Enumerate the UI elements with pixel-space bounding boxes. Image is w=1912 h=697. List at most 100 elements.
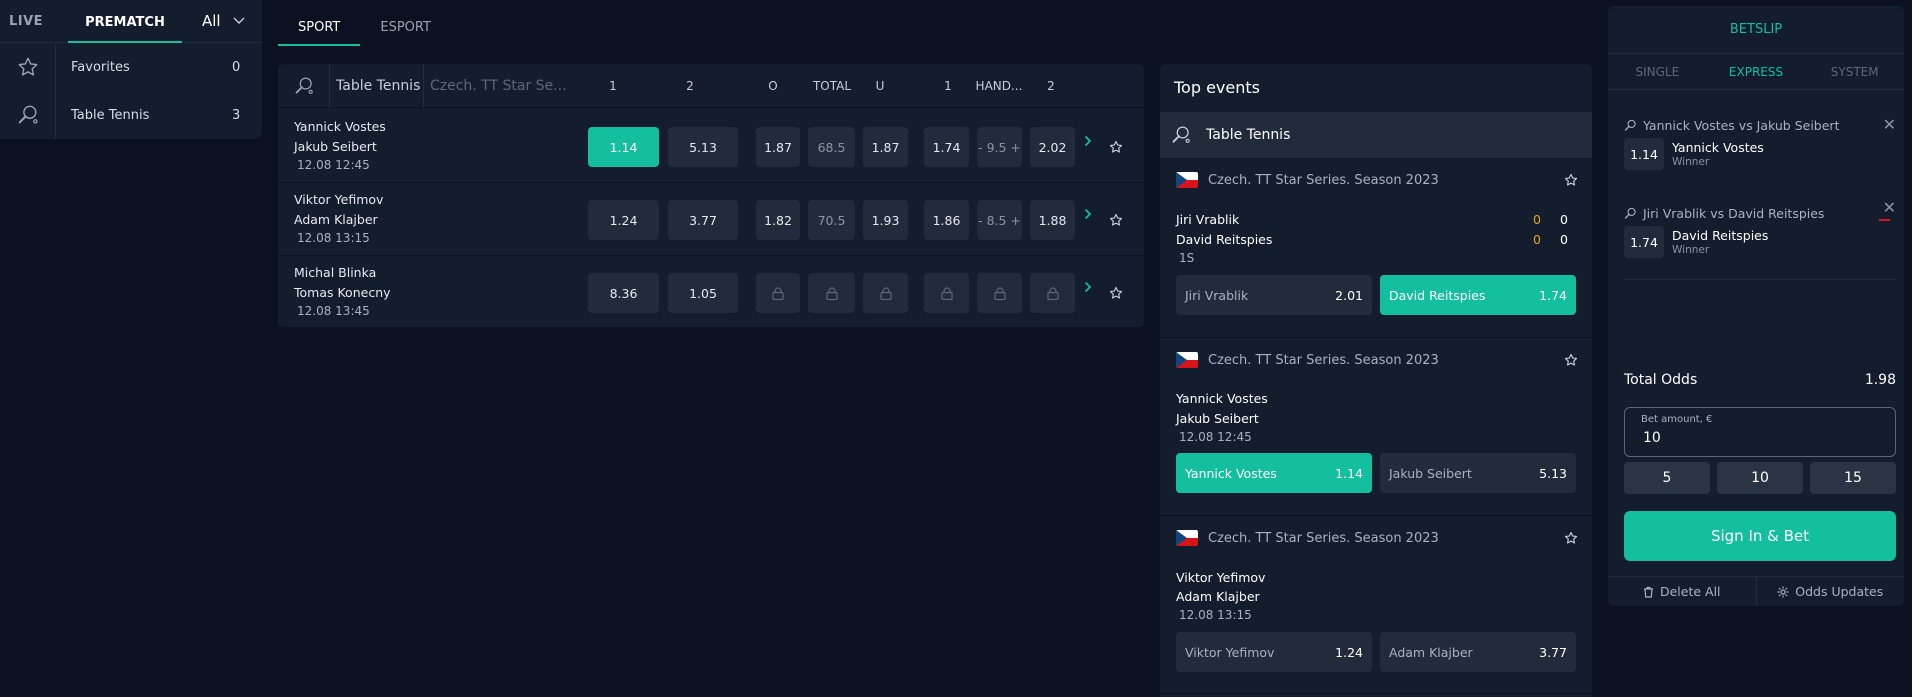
filter-dropdown[interactable]: All	[202, 12, 245, 30]
tab-express[interactable]: EXPRESS	[1707, 54, 1806, 89]
star-icon[interactable]	[1564, 353, 1578, 367]
selection-market: Winner	[1672, 156, 1710, 168]
table-tennis-icon	[1624, 207, 1636, 219]
odd-win1[interactable]: 1.14	[588, 127, 659, 167]
header-total: TOTAL	[812, 79, 852, 93]
handicap-line: - 9.5 +	[977, 127, 1022, 167]
tab-live[interactable]: LIVE	[0, 14, 52, 29]
star-icon[interactable]	[1564, 531, 1578, 545]
locked-odd-hcp2	[1030, 273, 1075, 313]
header-hcp2: 2	[1047, 79, 1055, 93]
odd-over[interactable]: 1.82	[756, 200, 800, 240]
table-tennis-icon	[278, 63, 330, 108]
sidebar-item-favorites[interactable]: Favorites 0	[0, 43, 262, 91]
score-set-home: 0	[1533, 212, 1541, 227]
betslip-selection: Yannick Vostes vs Jakub Seibert ✕ 1.14 Y…	[1624, 115, 1896, 178]
bet-button-away[interactable]: Adam Klajber 3.77	[1380, 632, 1576, 672]
player-home: Yannick Vostes	[294, 119, 386, 134]
chevron-right-icon[interactable]	[1084, 135, 1092, 147]
bet-button-away[interactable]: Jakub Seibert 5.13	[1380, 453, 1576, 493]
odd-over[interactable]: 1.87	[756, 127, 800, 167]
tab-single[interactable]: SINGLE	[1608, 54, 1707, 89]
player-away: Adam Klajber	[1176, 589, 1260, 604]
odd-hcp1[interactable]: 1.86	[924, 200, 969, 240]
card-header: Czech. TT Star Series. Season 2023	[1176, 172, 1439, 188]
star-icon[interactable]	[1109, 286, 1123, 300]
tab-system[interactable]: SYSTEM	[1805, 54, 1904, 89]
czech-flag-icon	[1176, 352, 1198, 368]
odd-win2[interactable]: 1.05	[668, 273, 738, 313]
odd-win2[interactable]: 5.13	[668, 127, 738, 167]
tournament-name: Czech. TT Star Series. Season 2023	[1208, 530, 1439, 546]
close-icon[interactable]: ✕	[1883, 115, 1896, 134]
star-icon[interactable]	[1564, 173, 1578, 187]
bet-amount-label: Bet amount, €	[1641, 414, 1713, 425]
selection-match: Yannick Vostes vs Jakub Seibert	[1624, 118, 1864, 133]
bet-button-home[interactable]: Viktor Yefimov 1.24	[1176, 632, 1372, 672]
score-set-away: 0	[1533, 232, 1541, 247]
quick-amount-10[interactable]: 10	[1717, 462, 1803, 494]
odd-hcp2[interactable]: 1.88	[1030, 200, 1075, 240]
table-row[interactable]: Michal Blinka Tomas Konecny 12.08 13:45 …	[278, 256, 1144, 329]
tab-prematch[interactable]: PREMATCH	[68, 0, 182, 43]
table-row[interactable]: Viktor Yefimov Adam Klajber 12.08 13:15 …	[278, 183, 1144, 256]
selection-name: David Reitspies	[1672, 228, 1769, 243]
tab-esport[interactable]: ESPORT	[360, 10, 451, 46]
lock-icon	[940, 286, 953, 300]
lock-icon	[825, 286, 838, 300]
header-hcp1: 1	[944, 79, 952, 93]
star-icon[interactable]	[1109, 140, 1123, 154]
betslip-panel: BETSLIP SINGLE EXPRESS SYSTEM Yannick Vo…	[1608, 6, 1904, 606]
odd-under[interactable]: 1.87	[863, 127, 908, 167]
tournament-name: Czech. TT Star Series. Season 2023	[1208, 352, 1439, 368]
betslip-selection: Jiri Vrablik vs David Reitspies ✕ 1.74 D…	[1624, 198, 1896, 266]
odd-win1[interactable]: 8.36	[588, 273, 659, 313]
selection-match-name: Yannick Vostes vs Jakub Seibert	[1643, 118, 1840, 133]
total-line: 68.5	[808, 127, 855, 167]
bet-button-home[interactable]: Yannick Vostes 1.14	[1176, 453, 1372, 493]
quick-amount-5[interactable]: 5	[1624, 462, 1710, 494]
header-over: O	[768, 79, 778, 93]
bet-odd: 5.13	[1539, 465, 1567, 481]
total-odds-value: 1.98	[1864, 372, 1896, 388]
odd-win1[interactable]: 1.24	[588, 200, 659, 240]
quick-amount-15[interactable]: 15	[1810, 462, 1896, 494]
odds-updates-button[interactable]: Odds Updates	[1757, 577, 1905, 606]
player-away: Jakub Seibert	[294, 139, 377, 154]
lock-icon	[879, 286, 892, 300]
chevron-right-icon[interactable]	[1084, 208, 1092, 220]
star-icon[interactable]	[1109, 213, 1123, 227]
sidebar-item-label: Table Tennis	[71, 107, 150, 123]
odd-under[interactable]: 1.93	[863, 200, 908, 240]
match-period: 1S	[1179, 251, 1195, 265]
tournament-name[interactable]: Czech. TT Star Se...	[430, 64, 570, 108]
delete-all-label: Delete All	[1659, 584, 1721, 599]
lock-icon	[993, 286, 1006, 300]
total-odds-label: Total Odds	[1624, 372, 1698, 388]
bet-button-home[interactable]: Jiri Vrablik 2.01	[1176, 275, 1372, 315]
odd-hcp1[interactable]: 1.74	[924, 127, 969, 167]
total-line: 70.5	[808, 200, 855, 240]
bet-amount-input[interactable]: Bet amount, € 10	[1624, 407, 1896, 457]
bet-label: Yannick Vostes	[1185, 465, 1277, 481]
header-win2: 2	[686, 79, 694, 93]
bet-label: Jakub Seibert	[1389, 465, 1472, 481]
close-icon[interactable]: ✕	[1883, 198, 1896, 217]
sidebar-item-table-tennis[interactable]: Table Tennis 3	[0, 91, 262, 139]
bet-odd: 2.01	[1335, 287, 1363, 303]
player-home: Viktor Yefimov	[294, 192, 384, 207]
chevron-right-icon[interactable]	[1084, 281, 1092, 293]
table-row[interactable]: Yannick Vostes Jakub Seibert 12.08 12:45…	[278, 110, 1144, 183]
sign-in-bet-button[interactable]: Sign In & Bet	[1624, 511, 1896, 561]
table-header: Table Tennis Czech. TT Star Se... 1 2 O …	[278, 63, 1144, 108]
delete-all-button[interactable]: Delete All	[1608, 577, 1757, 606]
odd-hcp2[interactable]: 2.02	[1030, 127, 1075, 167]
sidebar-item-count: 3	[232, 107, 241, 123]
event-date: 12.08 12:45	[1179, 430, 1252, 444]
header-handicap: HAND...	[975, 79, 1023, 93]
top-events-sport-header: Table Tennis	[1160, 112, 1592, 158]
bet-button-away[interactable]: David Reitspies 1.74	[1380, 275, 1576, 315]
tab-sport[interactable]: SPORT	[278, 10, 361, 46]
odd-win2[interactable]: 3.77	[668, 200, 738, 240]
events-table: Table Tennis Czech. TT Star Se... 1 2 O …	[278, 63, 1144, 329]
